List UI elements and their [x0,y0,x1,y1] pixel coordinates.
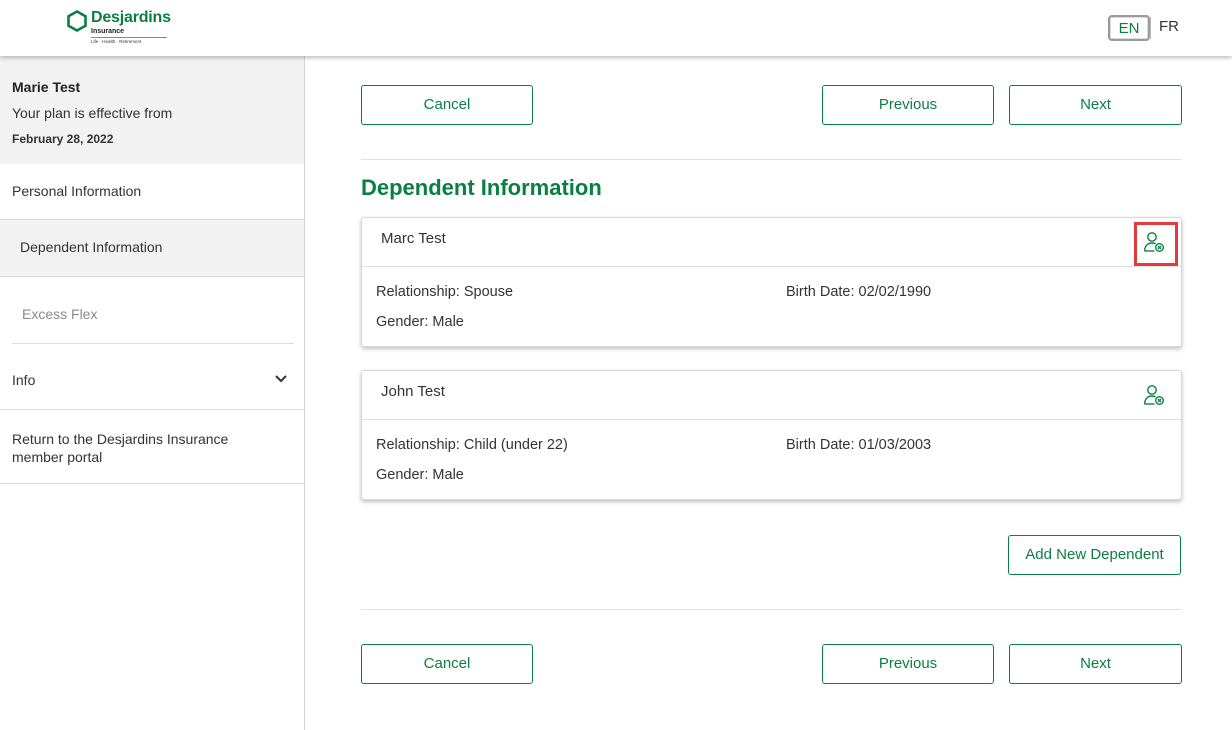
sidebar-item-label: Return to the Desjardins Insurance membe… [12,431,229,465]
dependent-card-header: Marc Test [362,218,1181,267]
profile-summary: Marie Test Your plan is effective from F… [0,56,304,164]
dependent-relationship: Relationship: Spouse [376,284,514,300]
language-en-button[interactable]: EN [1108,15,1150,41]
top-header: Desjardins Insurance Life · Health · Ret… [0,0,1232,56]
dependent-gender: Gender: Male [376,467,464,483]
chevron-down-icon [275,375,287,383]
next-button[interactable]: Next [1009,85,1182,125]
logo-name: Desjardins [91,9,171,26]
sidebar-item-personal-information[interactable]: Personal Information [0,164,304,220]
dependent-birth-date: Birth Date: 02/02/1990 [786,284,932,300]
previous-button[interactable]: Previous [822,85,994,125]
remove-dependent-icon[interactable] [1142,230,1166,254]
dependent-card: John Test Relationship: Child (under 22)… [361,370,1182,500]
logo-divider [91,37,167,38]
cancel-button[interactable]: Cancel [361,644,533,684]
sidebar: Marie Test Your plan is effective from F… [0,56,305,730]
sidebar-item-label: Dependent Information [20,239,163,255]
dependent-name: John Test [381,383,445,400]
previous-button[interactable]: Previous [822,644,994,684]
add-new-dependent-button[interactable]: Add New Dependent [1008,535,1181,575]
dependent-card-header: John Test [362,371,1181,420]
dependent-gender: Gender: Male [376,314,464,330]
cancel-button[interactable]: Cancel [361,85,533,125]
sidebar-item-excess-flex[interactable]: Excess Flex [0,277,304,344]
dependent-name: Marc Test [381,230,446,247]
sidebar-item-info[interactable]: Info [0,344,304,410]
sidebar-item-label: Info [12,372,36,388]
desjardins-hexagon-icon [67,10,87,32]
language-separator [1150,17,1151,39]
dependent-relationship: Relationship: Child (under 22) [376,437,568,453]
member-name: Marie Test [12,79,81,95]
section-divider [361,159,1182,160]
desjardins-logo[interactable]: Desjardins Insurance Life · Health · Ret… [66,8,176,48]
sidebar-item-return-portal[interactable]: Return to the Desjardins Insurance membe… [0,410,304,484]
plan-effective-date: February 28, 2022 [12,132,114,146]
page-title: Dependent Information [361,175,602,200]
remove-dependent-icon[interactable] [1142,383,1166,407]
section-divider [361,609,1182,610]
sidebar-item-dependent-information[interactable]: Dependent Information [0,220,304,277]
dependent-birth-date: Birth Date: 01/03/2003 [786,437,932,453]
logo-tagline: Life · Health · Retirement [91,39,142,44]
next-button[interactable]: Next [1009,644,1182,684]
plan-effective-label: Your plan is effective from [12,105,173,121]
language-fr-button[interactable]: FR [1155,15,1183,41]
sidebar-item-label: Personal Information [12,183,142,199]
logo-subtitle: Insurance [91,28,125,35]
sidebar-item-label: Excess Flex [22,306,98,322]
dependent-card: Marc Test Relationship: Spouse Birth Dat… [361,217,1182,347]
